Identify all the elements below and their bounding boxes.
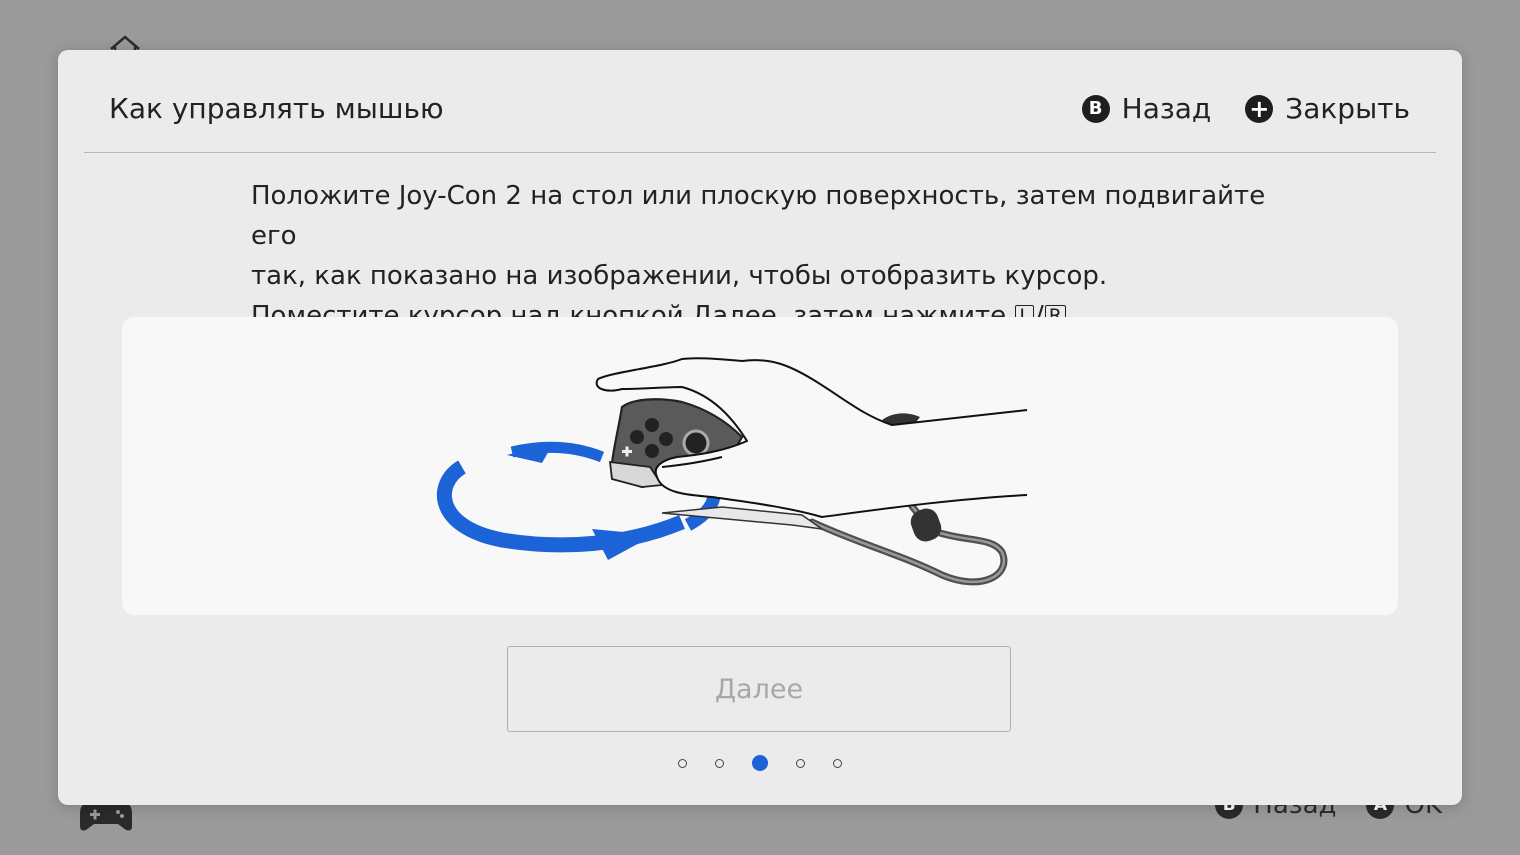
page-indicator [678,753,842,773]
dialog-header: Как управлять мышью B Назад + Закрыть [84,50,1436,153]
close-button-label: Закрыть [1285,92,1410,125]
back-button[interactable]: B Назад [1081,92,1212,125]
next-button[interactable]: Далее [507,646,1011,732]
page-dot [833,758,842,768]
page-dot-active [752,755,768,771]
page-dot [796,758,805,768]
instruction-line-1: Положите Joy-Con 2 на стол или плоскую п… [251,181,1266,251]
header-actions: B Назад + Закрыть [1081,92,1410,125]
instructions-text: Положите Joy-Con 2 на стол или плоскую п… [251,176,1311,336]
close-button[interactable]: + Закрыть [1245,92,1410,125]
joycon-mouse-illustration [436,357,1028,586]
controller-icon [80,804,132,831]
dialog-title: Как управлять мышью [109,92,444,125]
illustration-panel [122,317,1398,615]
back-button-label: Назад [1121,92,1212,125]
instruction-line-2: так, как показано на изображении, чтобы … [251,261,1108,291]
plus-button-icon: + [1245,94,1274,123]
mouse-tutorial-dialog: Как управлять мышью B Назад + Закрыть По… [58,50,1462,805]
b-button-icon: B [1081,94,1110,123]
screen: B Назад A OK Как управлять мышью B Назад… [0,0,1520,855]
page-dot [715,758,724,768]
page-dot [678,758,687,768]
